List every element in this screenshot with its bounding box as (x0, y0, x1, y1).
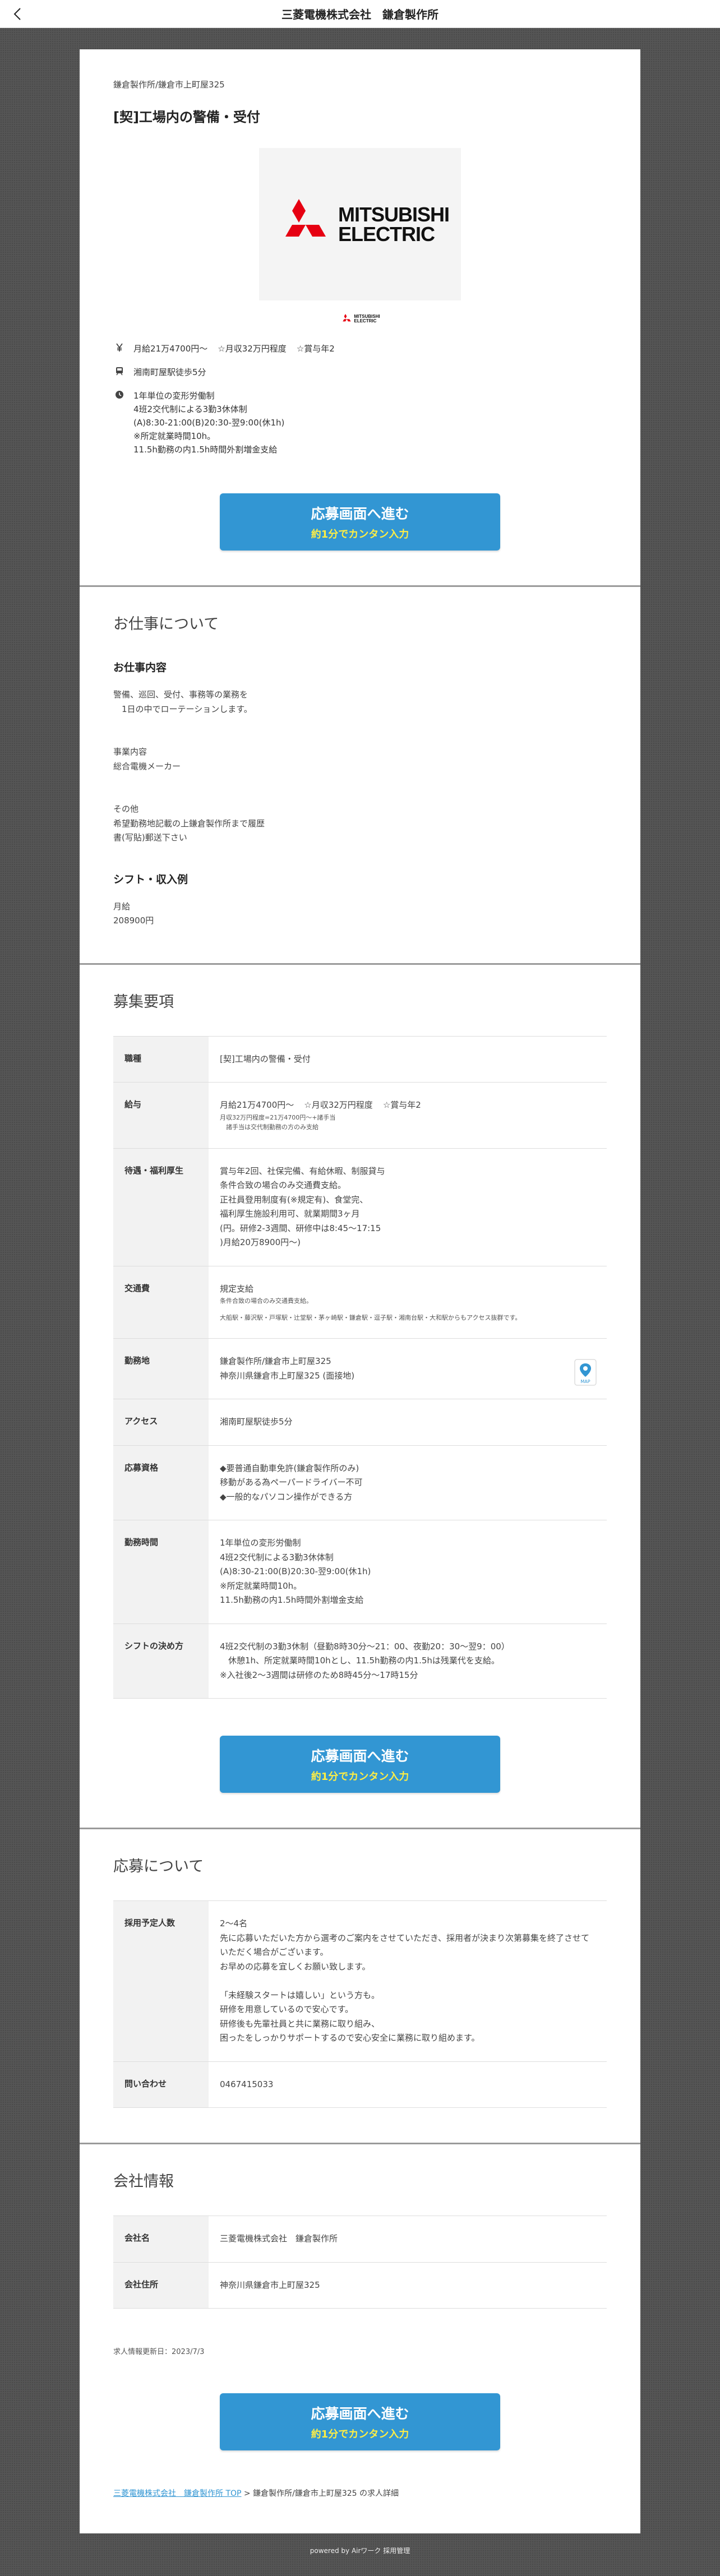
map-link[interactable]: MAP (574, 1359, 597, 1386)
apply-button[interactable]: 応募画面へ進む 約1分でカンタン入力 (220, 2393, 500, 2451)
work-section: お仕事について お仕事内容 警備、巡回、受付、事務等の業務を 1日の中でローテー… (80, 587, 640, 965)
work-section-title: お仕事について (113, 616, 219, 633)
apply-info-title: 応募について (113, 1858, 204, 1876)
page-title: 三菱電機株式会社 鎌倉製作所 (281, 8, 439, 21)
table-row: 交通費 規定支給 条件合致の場合のみ交通費支給。 大船駅・藤沢駅・戸塚駅・辻堂駅… (113, 1266, 607, 1339)
job-header-section: 鎌倉製作所/鎌倉市上町屋325 [契]工場内の警備・受付 MITSUBISHI … (80, 49, 640, 587)
table-row: 会社住所 神奈川県鎌倉市上町屋325 (113, 2262, 607, 2309)
clock-icon (113, 389, 126, 456)
map-pin-icon: MAP (574, 1359, 597, 1386)
job-summary: 月給21万4700円〜 ☆月収32万円程度 ☆賞与年2 湘南町屋駅徒歩5分 1年単位… (113, 342, 607, 456)
company-logo-image: MITSUBISHI ELECTRIC (259, 148, 461, 300)
breadcrumb-company-link[interactable]: 三菱電機株式会社 鎌倉製作所 TOP (113, 2489, 241, 2498)
footer: powered by Airワーク 採用管理 (310, 2547, 410, 2555)
recruit-section: 募集要項 職種 [契]工場内の警備・受付 給与 月給21万4700円〜 ☆月収32… (80, 964, 640, 1830)
svg-text:MAP: MAP (580, 1379, 590, 1384)
table-row: 採用予定人数 2〜4名 先に応募いただいた方から選考のご案内をさせていただき、採… (113, 1900, 607, 2062)
table-row: 勤務時間 1年単位の変形労働制 4班2交代制による3勤3休体制 (A)8:30-… (113, 1520, 607, 1624)
hero: MITSUBISHI ELECTRIC MITSUBISHI ELECTRIC (113, 148, 607, 324)
table-row: 会社名 三菱電機株式会社 鎌倉製作所 (113, 2216, 607, 2263)
company-table: 会社名 三菱電機株式会社 鎌倉製作所 会社住所 神奈川県鎌倉市上町屋325 (113, 2216, 607, 2309)
three-diamonds-logo-icon (285, 199, 326, 237)
apply-info-table: 採用予定人数 2〜4名 先に応募いただいた方から選考のご案内をさせていただき、採… (113, 1900, 607, 2108)
recruit-section-title: 募集要項 (113, 993, 174, 1011)
table-row: 待遇・福利厚生 賞与年2回、社保完備、有給休暇、制服貸与 条件合致の場合のみ交通… (113, 1148, 607, 1266)
apply-button[interactable]: 応募画面へ進む 約1分でカンタン入力 (220, 493, 500, 551)
job-title: [契]工場内の警備・受付 (113, 109, 260, 125)
job-location: 鎌倉製作所/鎌倉市上町屋325 (113, 80, 225, 90)
table-row: シフトの決め方 4班2交代制の3勤3休制（昼勤8時30分〜21：00、夜勤20：… (113, 1624, 607, 1699)
table-row: アクセス 湘南町屋駅徒歩5分 (113, 1399, 607, 1446)
summary-hours: 1年単位の変形労働制 4班2交代制による3勤3休体制 (A)8:30-21:00… (113, 389, 607, 456)
three-diamonds-small-icon (343, 314, 351, 322)
table-row: 職種 [契]工場内の警備・受付 (113, 1036, 607, 1083)
contact-phone[interactable]: 0467415033 (209, 2061, 607, 2108)
updated-date: 求人情報更新日：2023/7/3 (113, 2348, 205, 2357)
shift-income-text: 月給 208900円 (113, 901, 154, 926)
yen-icon (113, 342, 126, 355)
summary-salary: 月給21万4700円〜 ☆月収32万円程度 ☆賞与年2 (113, 342, 607, 355)
summary-access: 湘南町屋駅徒歩5分 (113, 366, 607, 379)
top-bar: 三菱電機株式会社 鎌倉製作所 (0, 0, 720, 28)
content-wrapper: 鎌倉製作所/鎌倉市上町屋325 [契]工場内の警備・受付 MITSUBISHI … (80, 49, 640, 2534)
work-content-title: お仕事内容 (113, 662, 167, 674)
recruit-table: 職種 [契]工場内の警備・受付 給与 月給21万4700円〜 ☆月収32万円程度 ☆… (113, 1035, 607, 1699)
work-content-text: 警備、巡回、受付、事務等の業務を 1日の中でローテーションします。 事業内容 総… (113, 690, 265, 843)
breadcrumb: 三菱電機株式会社 鎌倉製作所 TOP > 鎌倉製作所/鎌倉市上町屋325 の求人… (113, 2489, 399, 2499)
table-row: 問い合わせ 0467415033 (113, 2061, 607, 2108)
table-row: 応募資格 ◆要普通自動車免許(鎌倉製作所のみ) 移動がある為ペーパードライバー不… (113, 1445, 607, 1521)
company-logo-small: MITSUBISHI ELECTRIC (340, 314, 380, 324)
shift-income-title: シフト・収入例 (113, 873, 188, 886)
company-section: 会社情報 会社名 三菱電機株式会社 鎌倉製作所 会社住所 神奈川県鎌倉市上町屋3… (80, 2144, 640, 2534)
apply-button[interactable]: 応募画面へ進む 約1分でカンタン入力 (220, 1736, 500, 1793)
apply-info-section: 応募について 採用予定人数 2〜4名 先に応募いただいた方から選考のご案内をさせ… (80, 1829, 640, 2145)
train-icon (113, 366, 126, 379)
table-row: 給与 月給21万4700円〜 ☆月収32万円程度 ☆賞与年2 月収32万円程度=21… (113, 1082, 607, 1149)
company-section-title: 会社情報 (113, 2173, 174, 2191)
logo-wordmark: MITSUBISHI ELECTRIC (338, 202, 450, 246)
table-row: 勤務地 鎌倉製作所/鎌倉市上町屋325 神奈川県鎌倉市上町屋325 (面接地) … (113, 1338, 607, 1400)
back-arrow-icon[interactable] (9, 6, 26, 22)
